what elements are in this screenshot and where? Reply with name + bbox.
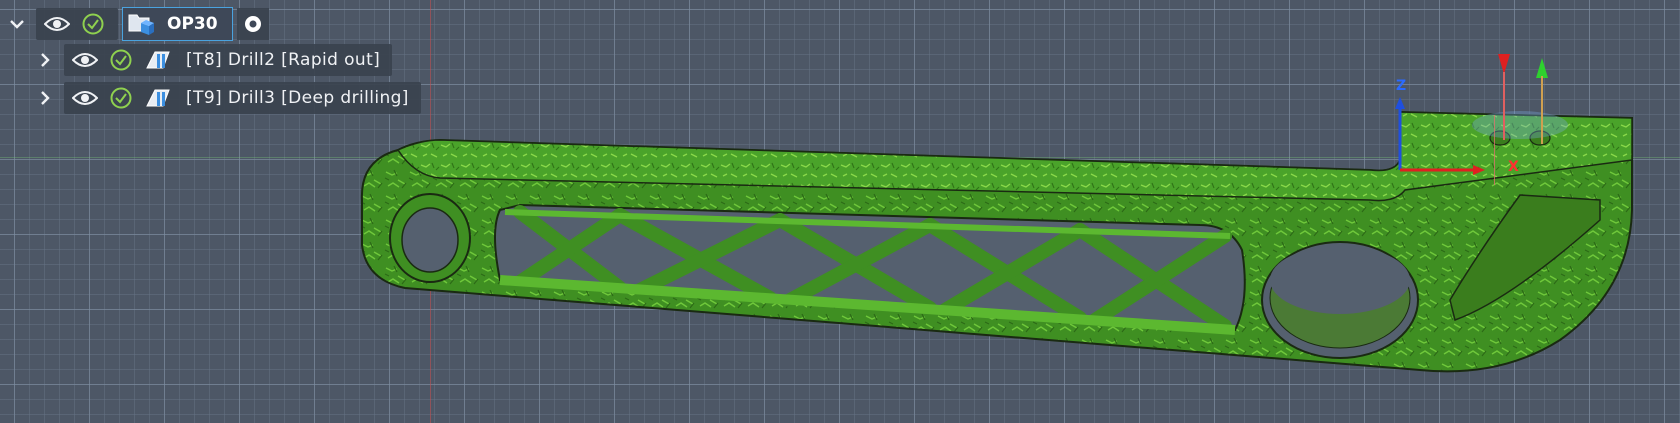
setup-options-circle-icon[interactable]: [236, 8, 269, 40]
setup-label: OP30: [167, 14, 218, 34]
setup-folder-icon: [127, 11, 155, 37]
check-circle-icon: [106, 45, 136, 75]
expand-chevron-icon[interactable]: [34, 49, 56, 71]
tree-row-operation[interactable]: [T9] Drill3 [Deep drilling]: [34, 82, 421, 114]
check-circle-icon: [106, 83, 136, 113]
setup-item[interactable]: OP30: [122, 7, 233, 41]
check-circle-icon: [78, 9, 108, 39]
move-gizmo-green[interactable]: [1526, 56, 1566, 146]
eye-icon[interactable]: [42, 9, 72, 39]
tree-row-operation[interactable]: [T8] Drill2 [Rapid out]: [34, 44, 393, 76]
drill-operation-icon: [142, 83, 172, 113]
x-axis-label: X: [1508, 159, 1519, 175]
expand-chevron-icon[interactable]: [34, 87, 56, 109]
drill-operation-icon: [142, 45, 172, 75]
operation-label: [T8] Drill2 [Rapid out]: [186, 50, 381, 70]
axis-triad[interactable]: [1395, 75, 1495, 185]
move-gizmo-red[interactable]: [1488, 52, 1528, 142]
z-axis-label: Z: [1396, 78, 1407, 94]
eye-icon[interactable]: [70, 45, 100, 75]
tree-row-setup[interactable]: OP30: [6, 7, 269, 41]
collapse-chevron-icon[interactable]: [6, 13, 28, 35]
eye-icon[interactable]: [70, 83, 100, 113]
operation-label: [T9] Drill3 [Deep drilling]: [186, 88, 409, 108]
